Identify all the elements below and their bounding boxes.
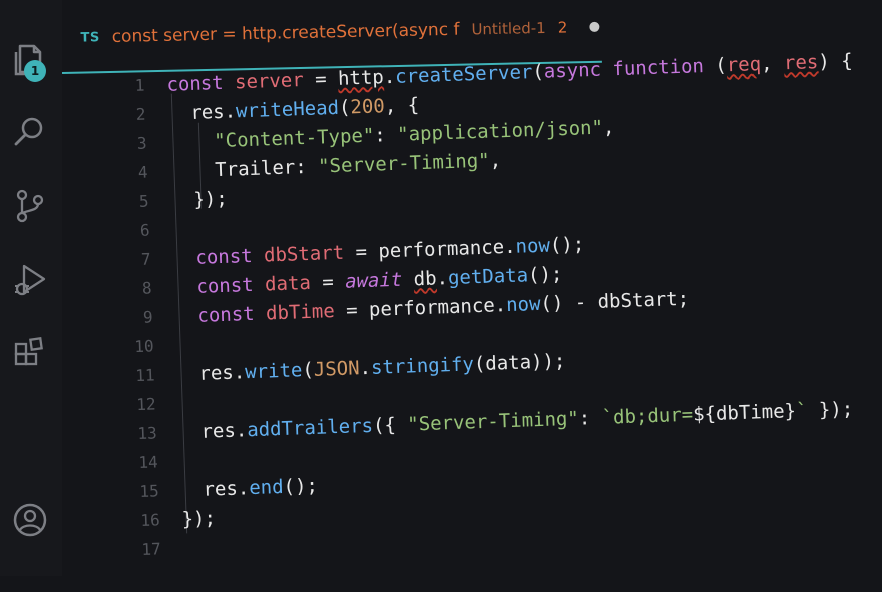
unsaved-dot-icon[interactable] <box>589 21 600 32</box>
line-number: 5 <box>138 191 149 211</box>
line-number: 13 <box>137 423 157 444</box>
code-line: 13 res.addTrailers({ "Server-Timing": `d… <box>116 394 854 449</box>
line-number: 15 <box>139 481 159 502</box>
line-number: 11 <box>135 365 155 386</box>
activity-bar: 1 <box>0 0 62 576</box>
code-line: 16 }); <box>119 503 216 535</box>
line-number: 9 <box>142 307 153 327</box>
code-line: 6 <box>109 215 172 246</box>
source-control-icon[interactable] <box>8 184 52 228</box>
line-number: 7 <box>140 249 151 269</box>
code-line: 11 res.write(JSON.stringify(data)); <box>114 346 566 391</box>
line-number: 17 <box>141 539 162 559</box>
line-number: 8 <box>141 278 152 298</box>
code-line: 17 <box>120 534 183 565</box>
tab-problem-count: 2 <box>557 18 568 37</box>
line-number: 6 <box>139 220 150 240</box>
line-number: 14 <box>138 452 158 473</box>
run-debug-icon[interactable] <box>8 258 52 302</box>
search-icon[interactable] <box>8 110 52 154</box>
line-number: 10 <box>134 336 154 357</box>
line-number: 4 <box>137 162 148 182</box>
code-line: 14 <box>117 447 180 478</box>
line-number: 1 <box>134 75 145 95</box>
code-line: 15 res.end(); <box>118 471 318 507</box>
code-line: 5 }); <box>108 184 229 217</box>
tab-filename: Untitled-1 <box>471 18 546 39</box>
typescript-icon: TS <box>80 29 100 46</box>
line-number: 2 <box>135 104 146 124</box>
tab-title: const server = http.createServer(async f <box>111 19 460 47</box>
code-line: 12 <box>115 389 178 420</box>
explorer-badge: 1 <box>24 60 46 82</box>
editor-tab[interactable]: TS const server = http.createServer(asyn… <box>62 2 621 62</box>
code-line: 10 <box>113 331 176 362</box>
extensions-icon[interactable] <box>8 332 52 376</box>
line-number: 3 <box>136 133 147 153</box>
code-editor[interactable]: 1 const server = http.createServer(async… <box>104 44 882 592</box>
line-number: 16 <box>140 510 160 530</box>
account-icon[interactable] <box>8 498 52 542</box>
line-number: 12 <box>136 394 156 415</box>
